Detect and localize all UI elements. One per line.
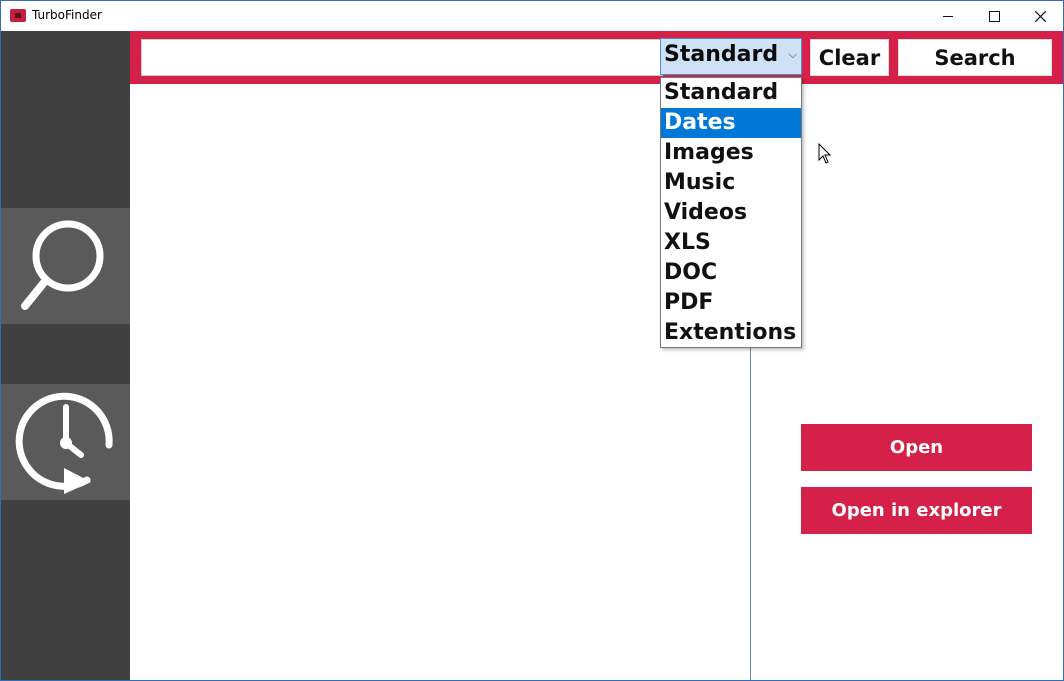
close-icon xyxy=(1034,10,1046,22)
dropdown-option-standard[interactable]: Standard xyxy=(661,78,801,108)
close-button[interactable] xyxy=(1017,1,1063,31)
clear-button[interactable]: Clear xyxy=(810,39,889,76)
clock-history-icon xyxy=(15,392,113,494)
mouse-cursor-icon xyxy=(818,143,832,164)
app-window: TurboFinder Standard ⌵ Clear Search xyxy=(0,0,1064,681)
dropdown-option-music[interactable]: Music xyxy=(661,168,801,198)
search-icon xyxy=(21,220,104,310)
minimize-icon xyxy=(943,15,953,17)
dropdown-option-doc[interactable]: DOC xyxy=(661,258,801,288)
dropdown-option-images[interactable]: Images xyxy=(661,138,801,168)
open-button[interactable]: Open xyxy=(801,424,1032,471)
maximize-button[interactable] xyxy=(971,1,1017,31)
sidebar-search-button[interactable] xyxy=(1,208,130,324)
dropdown-option-dates[interactable]: Dates xyxy=(661,108,801,138)
app-icon xyxy=(10,9,26,22)
search-input[interactable] xyxy=(141,39,663,76)
dropdown-option-xls[interactable]: XLS xyxy=(661,228,801,258)
maximize-icon xyxy=(988,10,1000,22)
title-bar: TurboFinder xyxy=(1,1,1063,31)
sidebar xyxy=(1,31,130,680)
search-toolbar: Standard ⌵ Clear Search xyxy=(130,31,1063,84)
dropdown-option-pdf[interactable]: PDF xyxy=(661,288,801,318)
dropdown-option-extentions[interactable]: Extentions xyxy=(661,318,801,348)
minimize-button[interactable] xyxy=(925,1,971,31)
filter-dropdown-list: Standard Dates Images Music Videos XLS D… xyxy=(660,77,802,348)
results-list[interactable] xyxy=(130,84,751,680)
filter-select[interactable]: Standard ⌵ xyxy=(660,38,802,75)
search-button[interactable]: Search xyxy=(898,39,1052,76)
filter-select-value: Standard xyxy=(664,42,779,67)
dropdown-option-videos[interactable]: Videos xyxy=(661,198,801,228)
chevron-down-icon: ⌵ xyxy=(788,48,797,61)
sidebar-history-button[interactable] xyxy=(1,384,130,500)
open-in-explorer-button[interactable]: Open in explorer xyxy=(801,487,1032,534)
window-title: TurboFinder xyxy=(32,8,102,22)
